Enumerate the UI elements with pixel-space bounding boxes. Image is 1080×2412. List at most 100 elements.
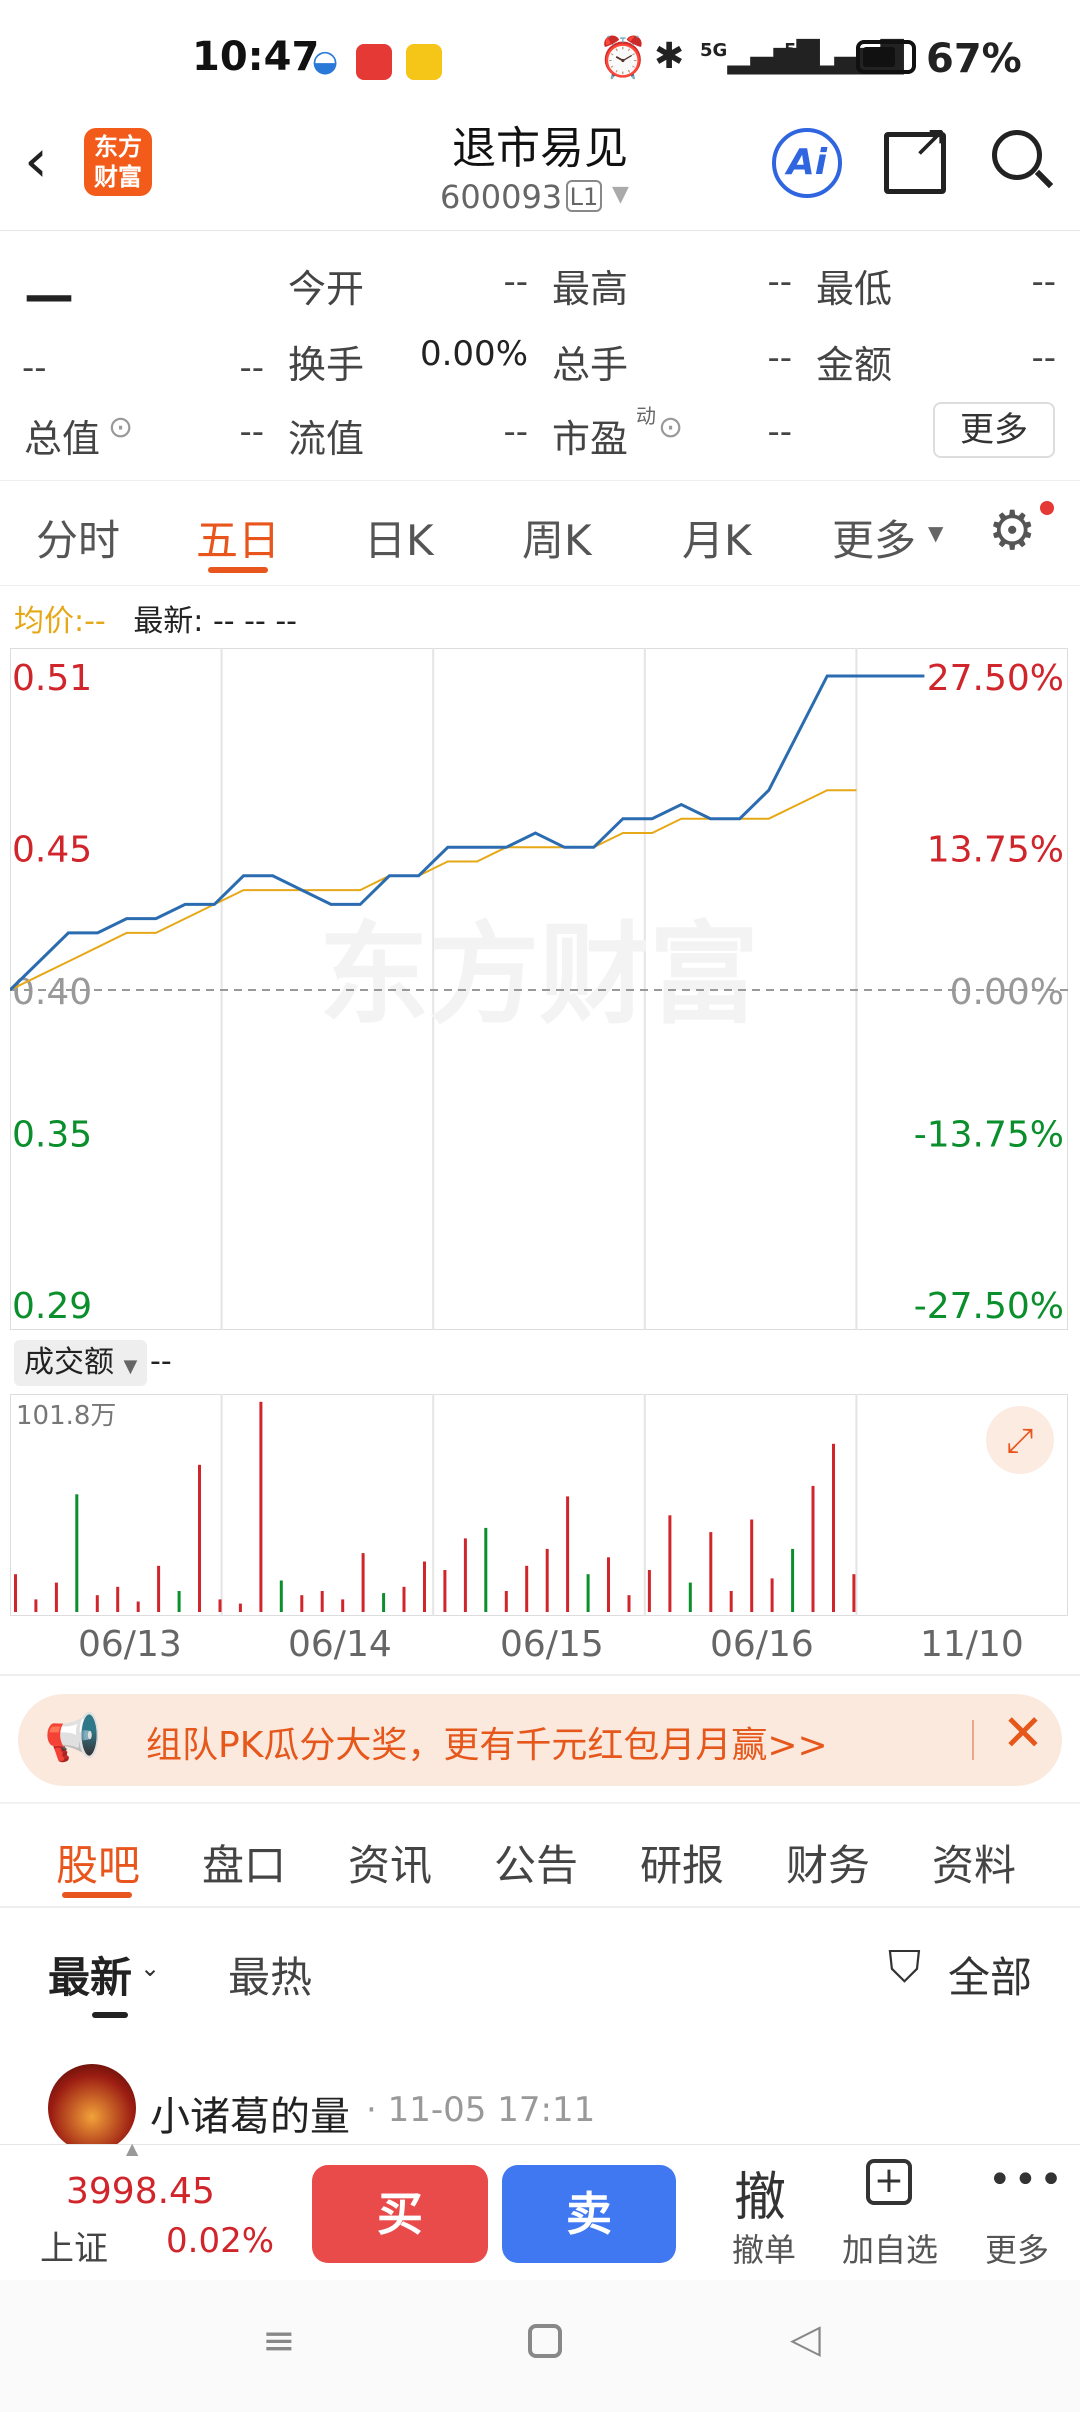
avatar[interactable] (48, 2064, 136, 2152)
share-arrow: ↗ (912, 116, 949, 167)
volume-bar (198, 1464, 201, 1612)
level-badge[interactable]: L1 (566, 180, 602, 212)
chevron-down-icon[interactable]: ▼ (612, 182, 629, 207)
notification-dot (1040, 501, 1054, 515)
active-tab-indicator (62, 1892, 132, 1898)
close-icon[interactable]: ✕ (1002, 1704, 1044, 1762)
volume-bar (484, 1527, 488, 1612)
volume-max-label: 101.8万 (16, 1401, 116, 1431)
sort-latest[interactable]: 最新 (48, 1944, 132, 2005)
post-author[interactable]: 小诸葛的量 (150, 2084, 350, 2142)
battery-percent: 67% (926, 36, 1022, 82)
tab-orderbook[interactable]: 盘口 (202, 1832, 286, 1893)
active-sort-indicator (92, 2012, 128, 2018)
menu-icon[interactable]: ≡ (262, 2318, 296, 2364)
y-tick-right: 13.75% (927, 829, 1064, 870)
volume-bar (729, 1591, 733, 1612)
cancel-icon[interactable]: 撤 (734, 2155, 786, 2230)
volume-bar (811, 1485, 815, 1612)
filter-all[interactable]: 全部 (948, 1944, 1032, 2005)
volume-bar (279, 1580, 283, 1612)
tab-monthly-k[interactable]: 月K (682, 507, 752, 568)
volume-bar (504, 1591, 508, 1612)
market-cap-label: 总值 (24, 417, 101, 461)
low-label: 最低 (816, 267, 893, 311)
tab-weekly-k[interactable]: 周K (522, 507, 592, 568)
volume-bar (647, 1570, 651, 1612)
chevron-down-icon: ⌄ (140, 1954, 161, 1982)
tab-daily-k[interactable]: 日K (364, 507, 434, 568)
cancel-order-button[interactable]: 撤单 (726, 2225, 802, 2271)
amount-label: 金额 (816, 343, 893, 387)
market-cap-value: -- (239, 412, 264, 452)
open-value: -- (503, 262, 528, 302)
volume-bar (709, 1532, 713, 1612)
promo-banner[interactable]: 📢 组队PK瓜分大奖，更有千元红包月月赢>> ✕ (18, 1694, 1062, 1786)
volume-bar (116, 1586, 120, 1612)
tab-profile[interactable]: 资料 (932, 1832, 1016, 1893)
caret-down-icon: ▼ (123, 1356, 138, 1377)
volume-bar (791, 1548, 795, 1612)
volume-selector[interactable]: 成交额 ▼ (14, 1340, 148, 1386)
tab-news[interactable]: 资讯 (348, 1832, 432, 1893)
volume-bar (545, 1548, 549, 1612)
volume-bar (341, 1599, 345, 1612)
volume-value: -- (150, 1344, 172, 1379)
volume-bar (443, 1570, 447, 1612)
volume-bar (320, 1591, 324, 1612)
add-watchlist-button[interactable]: 加自选 (838, 2225, 942, 2271)
sell-button[interactable]: 卖 (502, 2165, 676, 2263)
volume-bar (95, 1595, 99, 1612)
open-label: 今开 (288, 267, 365, 311)
home-icon[interactable] (528, 2324, 562, 2358)
tab-five-day[interactable]: 五日 (196, 507, 280, 568)
volume-bar (627, 1595, 631, 1612)
settings-icon[interactable]: ⚙ (988, 499, 1036, 562)
more-button[interactable]: 更多 (982, 2225, 1052, 2271)
post-time: · 11-05 17:11 (366, 2090, 596, 2130)
megaphone-icon: 📢 (44, 1710, 102, 1764)
volume-chart[interactable]: 101.8万 ⤢ (10, 1394, 1068, 1616)
divider (0, 1674, 1080, 1676)
high-value: -- (767, 262, 792, 302)
index-value[interactable]: 3998.45 (66, 2171, 215, 2212)
divider (0, 1906, 1080, 1908)
app-icon (356, 44, 392, 80)
tab-research[interactable]: 研报 (640, 1832, 724, 1893)
active-tab-indicator (208, 567, 268, 573)
ai-button[interactable]: Ai (772, 128, 842, 198)
tab-financials[interactable]: 财务 (786, 1832, 870, 1893)
tab-more[interactable]: 更多 (832, 507, 916, 568)
pe-value: -- (767, 412, 792, 452)
back-nav-icon[interactable]: ◁ (790, 2316, 821, 2362)
avg-label: 均价: (14, 604, 85, 639)
more-dots-icon[interactable]: ••• (988, 2157, 1065, 2203)
expand-icon[interactable]: ⤢ (1006, 1421, 1033, 1461)
price-chart[interactable]: 东方财富 0.510.450.400.350.29 27.50%13.75%0.… (10, 648, 1068, 1330)
index-change: 0.02% (166, 2221, 275, 2261)
volume-value: -- (767, 338, 792, 378)
volume-bar (34, 1599, 38, 1612)
info-icon[interactable]: ⊙ (658, 410, 683, 445)
volume-bar (157, 1565, 161, 1612)
sort-hot[interactable]: 最热 (228, 1944, 312, 2005)
volume-bar (238, 1603, 242, 1612)
tab-guba[interactable]: 股吧 (56, 1832, 140, 1893)
y-tick-right: -13.75% (914, 1115, 1064, 1156)
info-icon[interactable]: ⊙ (108, 410, 133, 445)
y-tick-left: 0.45 (12, 829, 92, 870)
stock-header: ‹ 东方 财富 退市易见 600093 L1 ▼ Ai ↗ (0, 112, 1080, 231)
x-tick: 11/10 (920, 1624, 1024, 1665)
volume-bar (361, 1553, 365, 1612)
chat-icon: ◒ (312, 44, 339, 79)
volume-bar (852, 1574, 856, 1612)
filter-icon[interactable]: ⛉ (888, 1942, 921, 1993)
buy-button[interactable]: 买 (312, 2165, 488, 2263)
stock-code[interactable]: 600093 (440, 178, 562, 216)
volume-bar (300, 1595, 304, 1612)
tab-intraday[interactable]: 分时 (36, 507, 120, 568)
add-watchlist-icon[interactable]: + (866, 2159, 912, 2205)
caret-up-icon: ▲ (126, 2139, 139, 2158)
more-quote-button[interactable]: 更多 (933, 402, 1055, 458)
tab-announcements[interactable]: 公告 (494, 1832, 578, 1893)
